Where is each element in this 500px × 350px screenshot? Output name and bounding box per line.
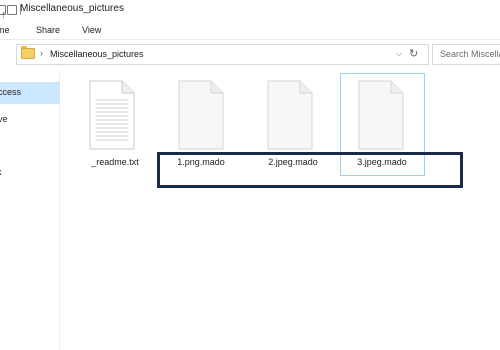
ribbon: me Share View — [0, 20, 500, 40]
tab-home[interactable]: me — [0, 25, 10, 35]
breadcrumb-path[interactable]: Miscellaneous_pictures — [50, 49, 144, 59]
file-name: _readme.txt — [91, 157, 139, 167]
up-arrow-icon[interactable]: ↑ — [1, 9, 7, 21]
new-folder-icon[interactable] — [7, 5, 17, 15]
tab-view[interactable]: View — [82, 25, 101, 35]
highlight-box — [157, 152, 463, 188]
text-document-icon — [89, 80, 135, 150]
navigation-pane — [0, 70, 60, 350]
breadcrumb-chevron-icon[interactable]: › — [40, 48, 43, 58]
blank-document-icon — [358, 80, 404, 150]
nav-item-drive[interactable]: ve — [0, 114, 8, 124]
folder-icon — [21, 48, 35, 59]
window-title: Miscellaneous_pictures — [20, 3, 124, 14]
refresh-icon[interactable]: ↻ — [409, 47, 418, 60]
blank-document-icon — [267, 80, 313, 150]
title-bar: Miscellaneous_pictures — [0, 0, 500, 20]
search-placeholder: Search Miscella — [440, 49, 500, 59]
nav-item-network[interactable]: k — [0, 167, 2, 177]
tab-share[interactable]: Share — [36, 25, 60, 35]
blank-document-icon — [178, 80, 224, 150]
address-dropdown-icon[interactable]: ⌵ — [396, 49, 402, 59]
nav-item-quick-access[interactable]: ccess — [0, 87, 21, 97]
